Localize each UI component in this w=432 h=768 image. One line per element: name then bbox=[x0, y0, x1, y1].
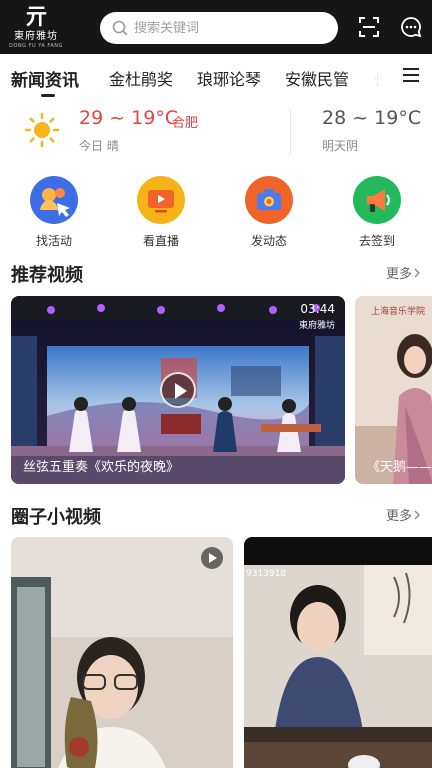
tab-anhui-folk[interactable]: 安徽民管 bbox=[285, 66, 349, 90]
recommended-video-title: 丝弦五重奏《欢乐的夜晚》 bbox=[23, 460, 180, 475]
active-tab-indicator bbox=[41, 94, 55, 97]
tomorrow-temperature: 28 ~ 19°C bbox=[322, 107, 422, 129]
scan-button[interactable] bbox=[356, 14, 382, 40]
search-input[interactable] bbox=[134, 20, 314, 36]
recommended-video-2-title: 《天鹅—— bbox=[367, 460, 432, 475]
logo-text: 東府雅坊 bbox=[14, 30, 58, 42]
video-watermark: 東府雅坊 bbox=[298, 321, 335, 331]
post-camera-icon bbox=[245, 176, 293, 224]
circle-more-label: 更多 bbox=[386, 509, 413, 524]
circle-more-link[interactable]: 更多 bbox=[386, 505, 422, 524]
chevron-right-icon bbox=[414, 268, 421, 277]
video-duration: 03:44 bbox=[300, 302, 335, 316]
play-icon[interactable] bbox=[201, 547, 223, 569]
tabs-menu-button[interactable] bbox=[400, 64, 422, 86]
search-bar[interactable] bbox=[100, 12, 338, 44]
scan-icon bbox=[359, 17, 379, 37]
app-header: 亓 東府雅坊 DONG FU YA FANG bbox=[0, 0, 432, 54]
check-in-label: 去签到 bbox=[358, 234, 395, 248]
watch-live-button[interactable]: 看直播 bbox=[126, 176, 196, 249]
today-temperature: 29 ~ 19°C bbox=[79, 107, 179, 129]
video-2-watermark: 上海音乐学院 bbox=[371, 307, 426, 317]
chat-icon bbox=[401, 17, 422, 38]
circle-video-card-1[interactable] bbox=[11, 537, 233, 768]
checkin-megaphone-icon bbox=[353, 176, 401, 224]
today-weather-label: 今日 晴 bbox=[79, 139, 119, 153]
messages-button[interactable] bbox=[398, 14, 424, 40]
menu-icon bbox=[403, 68, 419, 82]
search-icon bbox=[112, 20, 128, 36]
tomorrow-weather-label: 明天阴 bbox=[322, 139, 359, 153]
watch-live-label: 看直播 bbox=[142, 234, 179, 248]
circle-video-thumbnail-1 bbox=[11, 537, 233, 768]
logo-subtitle: DONG FU YA FANG bbox=[9, 42, 63, 49]
find-activity-label: 找活动 bbox=[35, 234, 72, 248]
sun-icon bbox=[24, 112, 60, 148]
find-activity-button[interactable]: 找活动 bbox=[19, 176, 89, 249]
recommended-section-title: 推荐视频 bbox=[11, 265, 83, 286]
play-icon[interactable] bbox=[160, 372, 196, 408]
recommended-video-card[interactable]: 03:44 東府雅坊 丝弦五重奏《欢乐的夜晚》 bbox=[11, 296, 345, 484]
circle-section-title: 圈子小视频 bbox=[11, 507, 101, 528]
check-in-button[interactable]: 去签到 bbox=[342, 176, 412, 249]
live-tv-icon bbox=[137, 176, 185, 224]
find-activity-icon bbox=[30, 176, 78, 224]
app-logo: 亓 東府雅坊 DONG FU YA FANG bbox=[0, 0, 72, 54]
video-overlay-text: 9313918 bbox=[246, 569, 287, 579]
weather-divider bbox=[290, 110, 291, 154]
logo-mark: 亓 bbox=[25, 3, 47, 30]
recommended-more-link[interactable]: 更多 bbox=[386, 263, 422, 282]
tab-news[interactable]: 新闻资讯 bbox=[11, 66, 79, 91]
circle-video-card-2[interactable]: 9313918 bbox=[244, 537, 432, 768]
weather-city[interactable]: 合肥 bbox=[172, 112, 198, 131]
recommended-more-label: 更多 bbox=[386, 267, 413, 282]
tab-langya-qin[interactable]: 琅琊论琴 bbox=[197, 66, 261, 90]
chevron-right-icon bbox=[414, 510, 421, 519]
post-moment-button[interactable]: 发动态 bbox=[234, 176, 304, 249]
recommended-video-card-2[interactable]: 上海音乐学院 《天鹅—— bbox=[355, 296, 432, 484]
tab-golden-azalea[interactable]: 金杜鹃奖 bbox=[109, 66, 173, 90]
post-moment-label: 发动态 bbox=[250, 234, 287, 248]
tabs-fade-overlay bbox=[352, 54, 396, 98]
